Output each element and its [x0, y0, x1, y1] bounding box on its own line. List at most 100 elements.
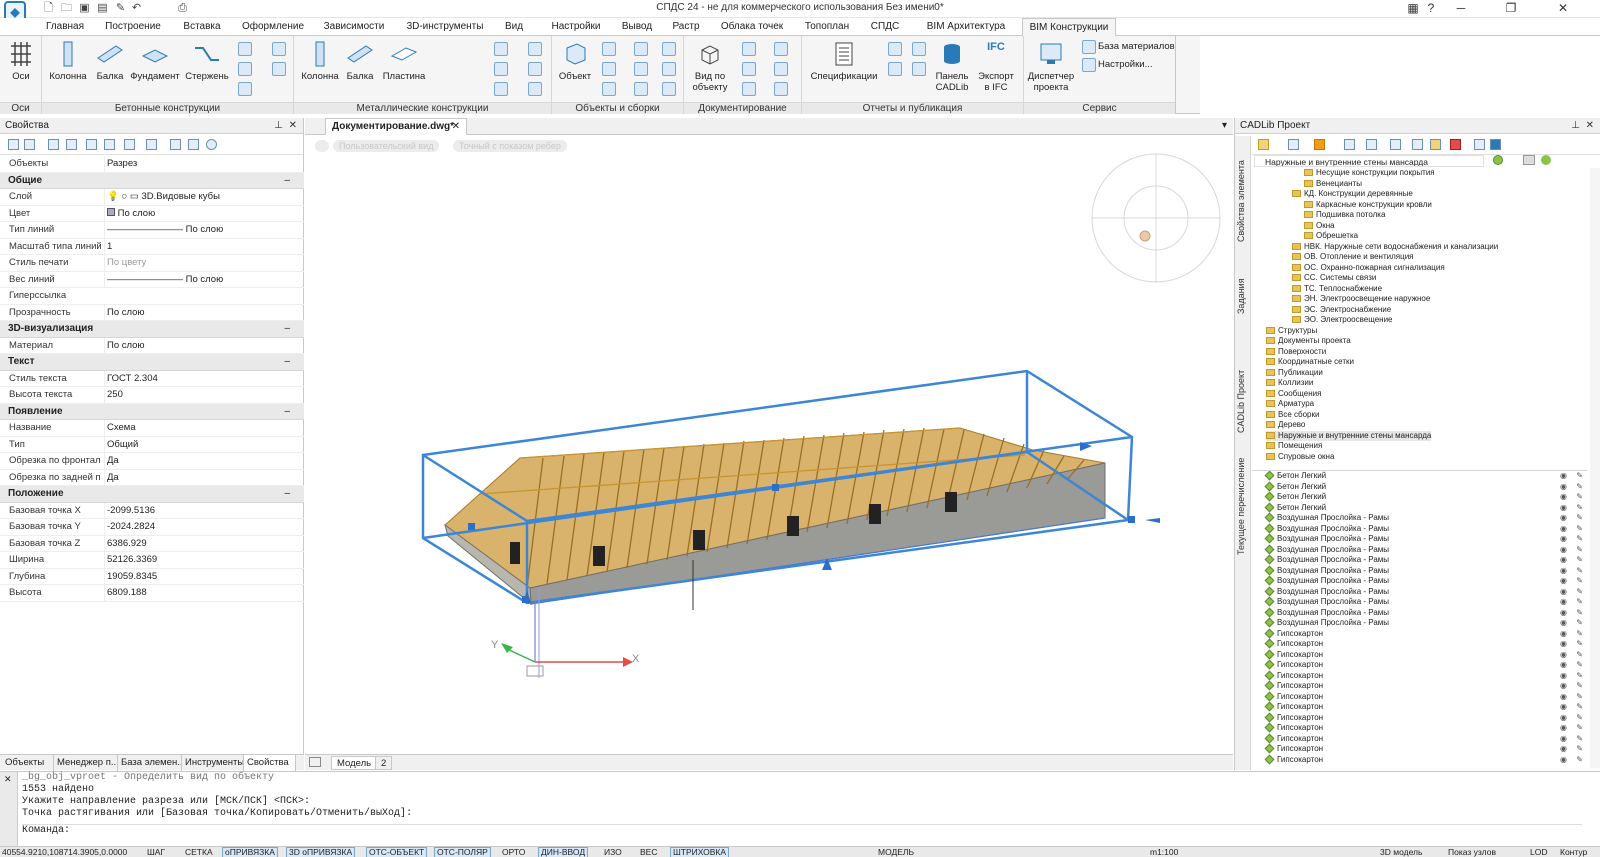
small-tool-icon[interactable]: [494, 62, 508, 76]
tab-formatting[interactable]: Оформление: [240, 18, 306, 36]
small-tool-icon[interactable]: [634, 62, 648, 76]
small-tool-icon[interactable]: [888, 42, 902, 56]
filter-clear-icon[interactable]: [124, 139, 135, 150]
visibility-eye-icon[interactable]: ◉: [1560, 702, 1567, 713]
tree-node[interactable]: НВК. Наружные сети водоснабжения и канал…: [1292, 242, 1498, 253]
property-row[interactable]: Обрезка по фронтал... Да: [0, 453, 304, 470]
tree-node[interactable]: КД. Конструкции деревянные: [1292, 189, 1413, 200]
layouts-icon[interactable]: [309, 757, 321, 767]
close-icon[interactable]: ✕: [1586, 118, 1594, 134]
small-tool-icon[interactable]: [238, 42, 252, 56]
materials-db-button[interactable]: База материалов: [1098, 40, 1175, 53]
tab-current-list[interactable]: Текущее перечисление: [1236, 456, 1250, 556]
dynamic-input-toggle[interactable]: ДИН-ВВОД: [538, 847, 589, 857]
section-header[interactable]: Появление –: [0, 403, 304, 420]
small-tool-icon[interactable]: [238, 82, 252, 96]
object-button[interactable]: Объект: [556, 40, 594, 82]
close-tab-icon[interactable]: ✕: [452, 119, 460, 135]
edit-pencil-icon[interactable]: ✎: [1576, 587, 1583, 598]
tab-view[interactable]: Вид: [502, 18, 526, 36]
small-tool-icon[interactable]: [602, 42, 616, 56]
tree-node[interactable]: ЭН. Электроосвещение наружное: [1292, 294, 1430, 305]
list-icon[interactable]: [1344, 139, 1355, 150]
property-row[interactable]: Глубина 19059.8345: [0, 568, 304, 585]
layer-row[interactable]: Гипсокартон ◉ ✎: [1252, 743, 1587, 755]
visibility-eye-icon[interactable]: ◉: [1560, 482, 1567, 493]
layer-row[interactable]: Гипсокартон ◉ ✎: [1252, 680, 1587, 692]
layer-row[interactable]: Гипсокартон ◉ ✎: [1252, 701, 1587, 713]
edit-pencil-icon[interactable]: ✎: [1576, 723, 1583, 734]
visibility-eye-icon[interactable]: ◉: [1560, 597, 1567, 608]
small-tool-icon[interactable]: [774, 82, 788, 96]
small-tool-icon[interactable]: [662, 62, 676, 76]
tab-elements-db[interactable]: База элемен...: [118, 755, 182, 771]
visibility-eye-icon[interactable]: ◉: [1560, 692, 1567, 703]
foundation-button[interactable]: Фундамент: [130, 40, 180, 82]
metal-beam-button[interactable]: Балка: [344, 40, 376, 82]
property-row[interactable]: Название Схема: [0, 420, 304, 437]
visibility-eye-icon[interactable]: ◉: [1560, 618, 1567, 629]
view-by-object-button[interactable]: Вид по объекту: [688, 40, 732, 93]
visibility-eye-icon[interactable]: ◉: [1560, 713, 1567, 724]
tab-insert[interactable]: Вставка: [180, 18, 224, 36]
lineweight-toggle[interactable]: ВЕС: [638, 847, 659, 857]
tab-bim-architecture[interactable]: BIM Архитектура: [920, 18, 1012, 36]
small-tool-icon[interactable]: [528, 62, 542, 76]
visibility-eye-icon[interactable]: ◉: [1560, 471, 1567, 482]
tab-3d-tools[interactable]: 3D-инструменты: [404, 18, 486, 36]
edit-pencil-icon[interactable]: ✎: [1576, 513, 1583, 524]
layer-row[interactable]: Воздушная Прослойка - Рамы ◉ ✎: [1252, 617, 1587, 629]
axes-button[interactable]: Оси: [6, 40, 36, 82]
tab-point-clouds[interactable]: Облака точек: [718, 18, 786, 36]
visibility-eye-icon[interactable]: ◉: [1560, 734, 1567, 745]
property-row[interactable]: Ширина 52126.3369: [0, 552, 304, 569]
edit-pencil-icon[interactable]: ✎: [1576, 744, 1583, 755]
edit-pencil-icon[interactable]: ✎: [1576, 555, 1583, 566]
layer-row[interactable]: Бетон Легкий ◉ ✎: [1252, 502, 1587, 514]
object-tracking-toggle[interactable]: ОТС-ОБЪЕКТ: [366, 847, 428, 857]
visibility-eye-icon[interactable]: ◉: [1560, 629, 1567, 640]
property-row[interactable]: Высота 6809.188: [0, 585, 304, 602]
metal-column-button[interactable]: Колонна: [300, 40, 340, 82]
small-tool-icon[interactable]: [272, 62, 286, 76]
edit-pencil-icon[interactable]: ✎: [1576, 702, 1583, 713]
layer-row[interactable]: Гипсокартон ◉ ✎: [1252, 638, 1587, 650]
3d-osnap-toggle[interactable]: 3D оПРИВЯЗКА: [286, 847, 356, 857]
edit-pencil-icon[interactable]: ✎: [1576, 524, 1583, 535]
command-line[interactable]: ✕ _bg_obj_vproet - Определить вид по объ…: [0, 771, 1600, 847]
edit-pencil-icon[interactable]: ✎: [1576, 755, 1583, 766]
binoculars-icon[interactable]: [1412, 139, 1423, 150]
tree-node[interactable]: Обрешетка: [1304, 231, 1358, 242]
layer-row[interactable]: Воздушная Прослойка - Рамы ◉ ✎: [1252, 596, 1587, 608]
help-icon[interactable]: [206, 139, 217, 150]
tree-node-selected[interactable]: Наружные и внутренние стены мансарда: [1266, 430, 1432, 441]
layer-row[interactable]: Гипсокартон ◉ ✎: [1252, 722, 1587, 734]
layer-row[interactable]: Гипсокартон ◉ ✎: [1252, 712, 1587, 724]
concrete-column-button[interactable]: Колонна: [48, 40, 88, 82]
clear-selection-icon[interactable]: [188, 139, 199, 150]
tree-node[interactable]: Арматура: [1266, 399, 1314, 410]
layer-row[interactable]: Гипсокартон ◉ ✎: [1252, 628, 1587, 640]
tab-tasks[interactable]: Задания: [1236, 266, 1250, 326]
3d-model-toggle[interactable]: 3D модель: [1378, 847, 1424, 857]
tree-node[interactable]: Документы проекта: [1266, 336, 1351, 347]
edit-pencil-icon[interactable]: ✎: [1576, 545, 1583, 556]
minimize-button[interactable]: ─: [1446, 0, 1476, 18]
small-tool-icon[interactable]: [602, 82, 616, 96]
layer-row[interactable]: Гипсокартон ◉ ✎: [1252, 733, 1587, 745]
tree-node[interactable]: Структуры: [1266, 326, 1317, 337]
tree-node[interactable]: Поверхности: [1266, 347, 1326, 358]
edit-pencil-icon[interactable]: ✎: [1576, 660, 1583, 671]
plate-button[interactable]: Пластина: [380, 40, 428, 82]
project-dispatcher-button[interactable]: Диспетчер проекта: [1026, 40, 1076, 93]
layer-row[interactable]: Бетон Легкий ◉ ✎: [1252, 481, 1587, 493]
tree-node[interactable]: Помещения: [1266, 441, 1322, 452]
property-row[interactable]: Гиперссылка: [0, 288, 304, 305]
tab-properties[interactable]: Свойства: [244, 755, 296, 771]
tab-cadlib-project[interactable]: CADLib Проект: [1236, 356, 1250, 446]
concrete-beam-button[interactable]: Балка: [94, 40, 126, 82]
tree-node[interactable]: Несущие конструкции покрытия: [1304, 168, 1435, 179]
property-row[interactable]: Вес линий ———————— По слою: [0, 271, 304, 288]
edit-pencil-icon[interactable]: ✎: [1576, 713, 1583, 724]
edit-pencil-icon[interactable]: ✎: [1576, 650, 1583, 661]
